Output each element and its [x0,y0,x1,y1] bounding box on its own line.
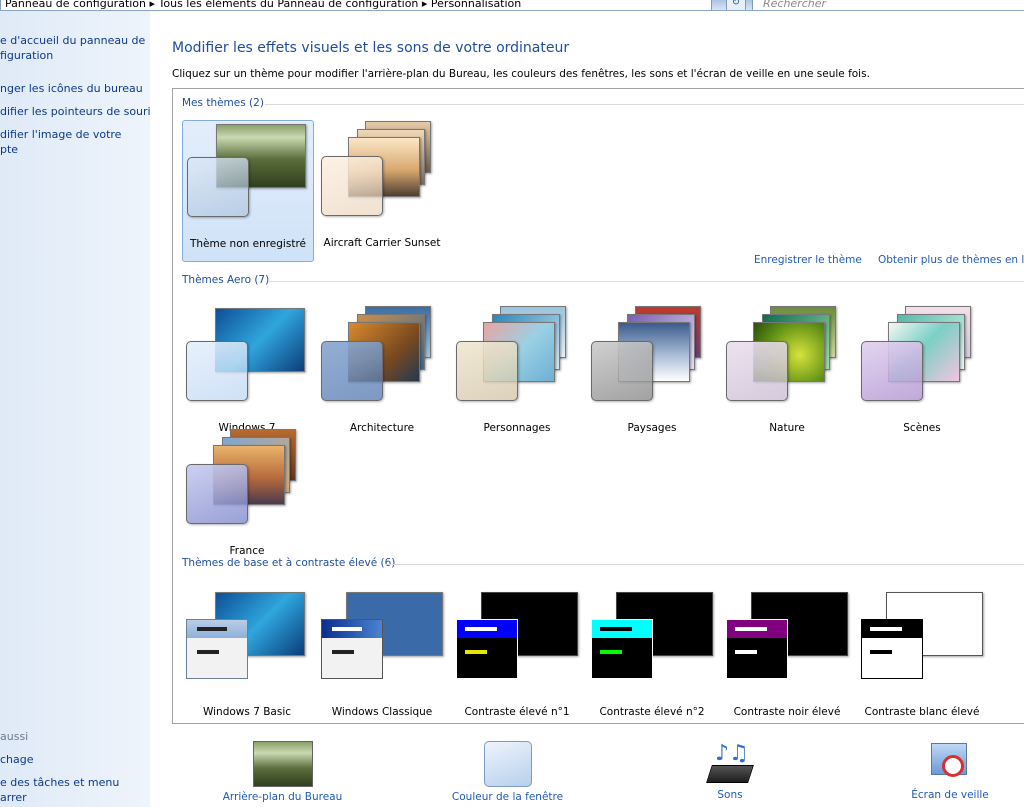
theme-label: Paysages [627,422,677,434]
window-glass-preview [591,341,653,401]
theme-scenes[interactable]: Scènes [857,305,987,445]
title-line [465,627,497,631]
refresh-icon[interactable]: ↻ [726,0,746,10]
theme-france[interactable]: France [182,428,312,568]
see-also-header: aussi [0,730,29,743]
theme-label: Nature [769,422,805,434]
music-note-icon: ♪♫ [715,741,749,766]
desktop-background-label: Arrière-plan du Bureau [222,791,343,803]
divider [265,104,1024,105]
theme-contraste-blanc-eleve[interactable]: Contraste blanc élevé [857,589,987,729]
theme-panel[interactable]: Mes thèmes (2) Thème non enregistré Airc… [172,88,1024,724]
text-line [465,650,487,654]
theme-label: Contraste élevé n°2 [599,706,705,718]
theme-unsaved[interactable]: Thème non enregistré [182,120,314,262]
theme-windows-classique[interactable]: Windows Classique [317,589,447,729]
window-preview [186,619,248,679]
no-sign-icon [942,755,964,777]
link-account-picture[interactable]: difier l'image de votre pte [0,127,121,157]
left-pane: e d'accueil du panneau de figuration nge… [0,11,156,807]
window-glass-preview [187,157,249,217]
theme-label: France [229,545,265,557]
breadcrumb[interactable]: Panneau de configuration ▸ Tous les élém… [0,0,712,10]
text-line [735,650,757,654]
divider [269,281,1024,282]
window-preview [456,619,518,679]
theme-architecture[interactable]: Architecture [317,305,447,445]
theme-contraste-eleve-2[interactable]: Contraste élevé n°2 [587,589,717,729]
link-display[interactable]: chage [0,752,34,767]
theme-contraste-noir-eleve[interactable]: Contraste noir élevé [722,589,852,729]
search-input[interactable]: Rechercher [752,0,1024,10]
theme-label: Contraste élevé n°1 [464,706,570,718]
page-title: Modifier les effets visuels et les sons … [172,40,570,56]
theme-label: Windows Classique [331,706,433,718]
window-glass-preview [861,341,923,401]
window-glass-preview [726,341,788,401]
basic-themes-header: Thèmes de base et à contraste élevé (6) [182,557,396,569]
link-mouse-pointers[interactable]: difier les pointeurs de souris [0,104,156,119]
page-description: Cliquez sur un thème pour modifier l'arr… [172,68,870,80]
address-bar: Panneau de configuration ▸ Tous les élém… [0,0,1024,11]
main-content: Modifier les effets visuels et les sons … [150,11,1024,807]
title-line [197,627,227,631]
theme-personnages[interactable]: Personnages [452,305,582,445]
title-line [735,627,767,631]
theme-paysages[interactable]: Paysages [587,305,717,445]
window-glass-preview [456,341,518,401]
link-taskbar[interactable]: e des tâches et menu arrer [0,775,119,805]
window-glass-preview [321,341,383,401]
window-color-icon [483,741,532,787]
text-line [197,650,219,654]
theme-label: Scènes [903,422,941,434]
link-desktop-icons[interactable]: nger les icônes du bureau [0,81,143,96]
window-color-label: Couleur de la fenêtre [451,791,564,803]
desktop-background-icon [252,741,313,787]
screensaver-label: Écran de veille [911,789,989,801]
sounds-button[interactable]: ♪♫ Sons [700,741,760,801]
window-preview [591,619,653,679]
divider [386,564,1024,565]
sounds-icon: ♪♫ [705,741,755,785]
title-line [600,627,632,631]
breadcrumb-text: Panneau de configuration ▸ Tous les élém… [5,0,522,10]
title-line [870,627,902,631]
window-preview [321,619,383,679]
theme-contraste-eleve-1[interactable]: Contraste élevé n°1 [452,589,582,729]
theme-nature[interactable]: Nature [722,305,852,445]
theme-label: Personnages [483,422,551,434]
aero-themes-header: Thèmes Aero (7) [182,274,270,286]
speaker-icon [706,765,754,783]
window-preview [861,619,923,679]
sounds-label: Sons [717,789,743,801]
title-line [332,627,362,631]
theme-aircraft-carrier-sunset[interactable]: Aircraft Carrier Sunset [317,120,447,260]
theme-label: Thème non enregistré [189,238,306,250]
screensaver-icon [928,741,972,785]
theme-label: Aircraft Carrier Sunset [323,237,441,249]
window-glass-preview [321,156,383,216]
link-control-panel-home[interactable]: e d'accueil du panneau de figuration [0,33,145,63]
window-preview [726,619,788,679]
text-line [600,650,622,654]
theme-label: Contraste blanc élevé [864,706,980,718]
more-themes-link[interactable]: Obtenir plus de thèmes en li [878,254,1024,266]
theme-label: Architecture [349,422,415,434]
theme-windows-7-basic[interactable]: Windows 7 Basic [182,589,312,729]
theme-label: Windows 7 Basic [202,706,292,718]
desktop-background-button[interactable]: Arrière-plan du Bureau [220,741,345,803]
save-theme-link[interactable]: Enregistrer le thème [754,254,862,266]
my-themes-header: Mes thèmes (2) [182,97,264,109]
screensaver-button[interactable]: Écran de veille [895,741,1005,801]
window-glass-preview [186,464,248,524]
text-line [332,650,354,654]
text-line [870,650,892,654]
theme-windows-7[interactable]: Windows 7 [182,305,312,445]
window-color-button[interactable]: Couleur de la fenêtre [445,741,570,803]
window-glass-preview [186,341,248,401]
theme-label: Contraste noir élevé [733,706,841,718]
